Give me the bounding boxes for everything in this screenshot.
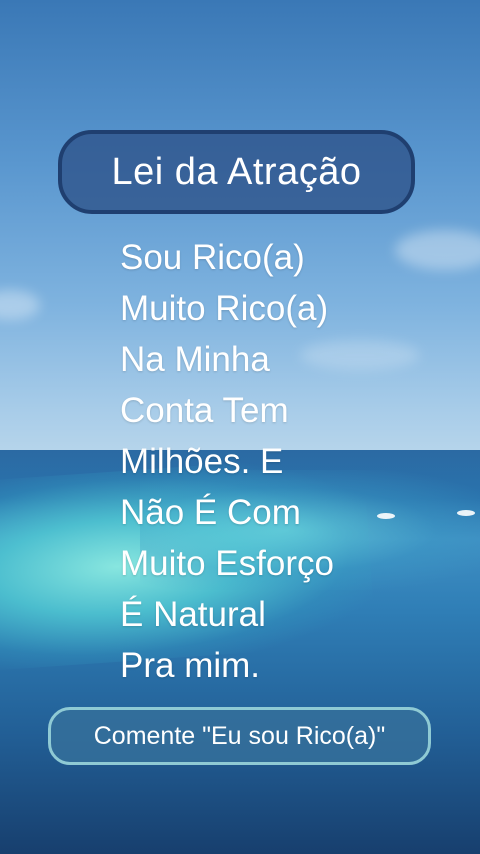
affirmation-line: Muito Esforço	[120, 544, 334, 583]
comment-prompt-label: Comente "Eu sou Rico(a)"	[93, 721, 386, 750]
title-banner: Lei da Atração	[58, 130, 415, 214]
boat	[377, 513, 395, 519]
affirmation-line: Milhões. E	[120, 442, 284, 481]
affirmation-line: Na Minha	[120, 340, 270, 379]
affirmation-line: Pra mim.	[120, 646, 260, 685]
affirmation-text: Sou Rico(a) Muito Rico(a) Na Minha Conta…	[120, 232, 334, 691]
page-title: Lei da Atração	[111, 150, 362, 193]
affirmation-line: Muito Rico(a)	[120, 289, 329, 328]
boat	[457, 510, 475, 516]
affirmation-line: É Natural	[120, 595, 266, 634]
affirmation-line: Não É Com	[120, 493, 301, 532]
comment-prompt-button[interactable]: Comente "Eu sou Rico(a)"	[48, 707, 431, 765]
affirmation-line: Conta Tem	[120, 391, 289, 430]
affirmation-line: Sou Rico(a)	[120, 238, 305, 277]
